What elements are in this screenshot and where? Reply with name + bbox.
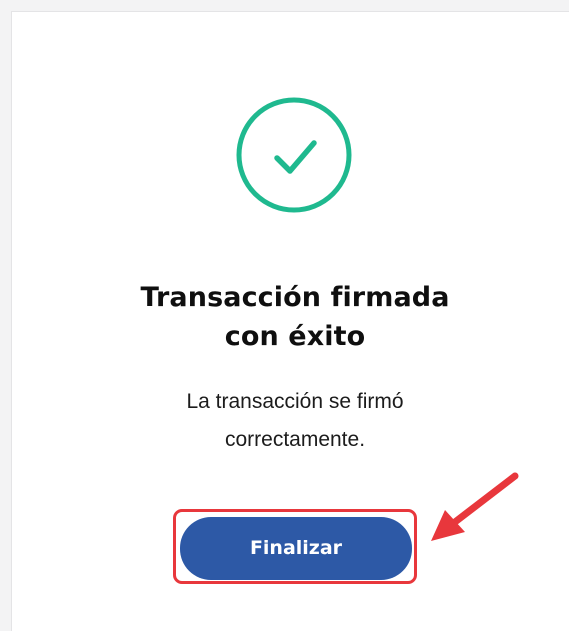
- dialog-title: Transacción firmada con éxito: [0, 278, 569, 356]
- dialog-message-line: La transacción se firmó: [186, 390, 404, 413]
- check-circle-icon: [235, 96, 353, 214]
- dialog-title-line: Transacción firmada: [140, 282, 450, 313]
- dialog-message-line: correctamente.: [224, 428, 366, 451]
- dialog-title-line: con éxito: [224, 321, 366, 352]
- dialog-message: La transacción se firmó correctamente.: [0, 383, 569, 459]
- red-arrow-icon: [425, 470, 520, 545]
- finalize-button[interactable]: Finalizar: [180, 517, 412, 580]
